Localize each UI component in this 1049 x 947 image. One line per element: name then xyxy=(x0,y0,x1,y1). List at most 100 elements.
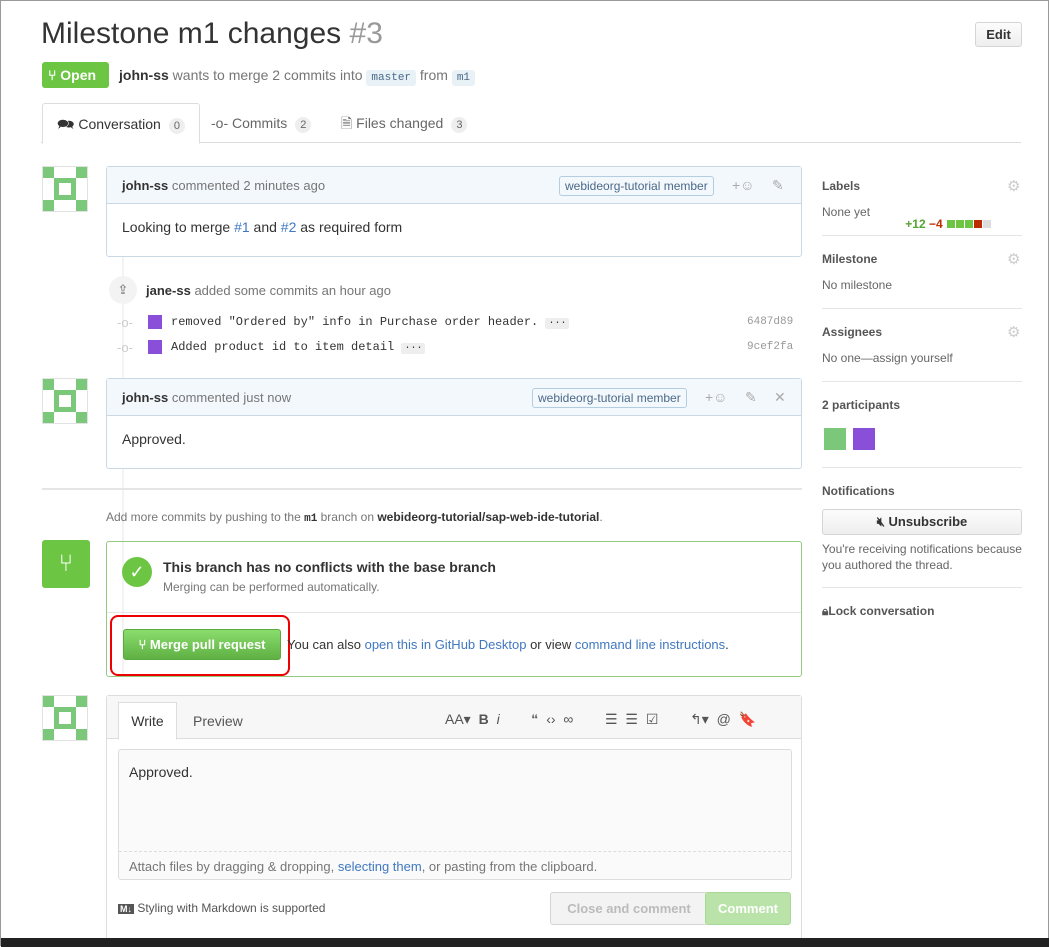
participant-avatar[interactable] xyxy=(824,428,846,450)
edit-pencil-icon[interactable]: ✎ xyxy=(772,167,784,204)
merge-status-subtitle: Merging can be performed automatically. xyxy=(163,580,380,594)
reply-icon[interactable]: ↰▾ xyxy=(690,711,709,727)
hint-text: . xyxy=(599,510,603,524)
milestone-heading[interactable]: Milestone xyxy=(822,252,877,266)
deletions: −4 xyxy=(928,217,943,231)
expand-ellipsis[interactable]: ··· xyxy=(545,318,570,329)
command-line-link[interactable]: command line instructions xyxy=(575,637,725,652)
body-text: as required form xyxy=(296,219,403,235)
bold-icon[interactable]: B xyxy=(479,711,489,727)
bullet-list-icon[interactable]: ☰ xyxy=(605,711,618,727)
body-text: Looking to merge xyxy=(122,219,235,235)
add-reaction-icon[interactable]: +☺ xyxy=(705,379,727,416)
hint-branch: m1 xyxy=(304,513,318,525)
pr-title: Milestone m1 changes xyxy=(41,17,342,50)
mention-icon[interactable]: @ xyxy=(717,711,731,727)
hint-text: Add more commits by pushing to the xyxy=(106,510,305,524)
tab-label: Conversation xyxy=(78,116,161,132)
check-icon: ✓ xyxy=(122,557,152,587)
comment-time[interactable]: commented 2 minutes ago xyxy=(172,178,325,193)
pr-number: #3 xyxy=(349,17,383,50)
commit-author-avatar[interactable] xyxy=(148,340,162,354)
body-text: and xyxy=(249,219,281,235)
file-diff-icon: 🗎 xyxy=(341,115,357,131)
commit-message[interactable]: Added product id to item detail xyxy=(171,340,394,354)
edit-pencil-icon[interactable]: ✎ xyxy=(745,379,757,416)
tab-label: Files changed xyxy=(356,115,444,131)
avatar[interactable] xyxy=(42,378,88,424)
tab-preview[interactable]: Preview xyxy=(193,713,243,729)
alt-text: . xyxy=(725,637,729,652)
member-badge: webideorg-tutorial member xyxy=(532,388,687,408)
commit-message[interactable]: removed "Ordered by" info in Purchase or… xyxy=(171,315,538,329)
comment-time[interactable]: commented just now xyxy=(172,390,291,405)
close-and-comment-button[interactable]: Close and comment xyxy=(550,892,708,925)
mute-icon: 🔇︎ xyxy=(876,514,889,529)
header-icon[interactable]: AA▾ xyxy=(445,711,471,727)
gear-icon[interactable]: ⚙ xyxy=(1007,323,1020,341)
edit-button[interactable]: Edit xyxy=(975,22,1022,47)
open-desktop-link[interactable]: open this in GitHub Desktop xyxy=(365,637,527,652)
issue-link[interactable]: #1 xyxy=(234,219,250,235)
assignees-value[interactable]: No one—assign yourself xyxy=(822,351,953,365)
comment-header: john-ss commented just now webideorg-tut… xyxy=(107,379,801,416)
issue-link[interactable]: #2 xyxy=(281,219,297,235)
tab-count: 2 xyxy=(295,117,312,133)
alt-text: or view xyxy=(526,637,575,652)
unsubscribe-button[interactable]: 🔇︎ Unsubscribe xyxy=(822,509,1022,535)
gear-icon[interactable]: ⚙ xyxy=(1007,250,1020,268)
numbered-list-icon[interactable]: ☰ xyxy=(625,711,638,727)
hint-repo[interactable]: webideorg-tutorial/sap-web-ide-tutorial xyxy=(377,510,599,524)
bookmark-icon[interactable]: 🔖 xyxy=(739,711,756,727)
code-icon[interactable]: ‹› xyxy=(546,711,555,727)
head-branch: m1 xyxy=(451,70,476,86)
commit-item: removed "Ordered by" info in Purchase or… xyxy=(171,315,570,329)
author-link[interactable]: john-ss xyxy=(119,67,169,83)
select-files-link[interactable]: selecting them xyxy=(338,859,422,874)
diffstat: +12 −4 xyxy=(905,217,991,231)
comment-body: Looking to merge #1 and #2 as required f… xyxy=(107,204,801,250)
participants-heading: 2 participants xyxy=(822,398,901,412)
lock-conversation[interactable]: 🔒︎Lock conversation xyxy=(822,604,934,619)
gear-icon[interactable]: ⚙ xyxy=(1007,177,1020,195)
labels-heading[interactable]: Labels xyxy=(822,179,860,193)
alt-text: You can also xyxy=(287,637,365,652)
delete-icon[interactable]: ✕ xyxy=(774,379,786,416)
tab-files-changed[interactable]: 🗎 Files changed 3 xyxy=(327,103,481,144)
comment-author[interactable]: john-ss xyxy=(122,390,168,405)
italic-icon[interactable]: i xyxy=(497,711,500,727)
commit-sha[interactable]: 9cef2fa xyxy=(747,341,793,353)
add-reaction-icon[interactable]: +☺ xyxy=(732,167,754,204)
member-badge: webideorg-tutorial member xyxy=(559,176,714,196)
milestone-value: No milestone xyxy=(822,278,893,292)
new-comment-form: Write Preview AA▾ B i “ ‹› ∞ ☰ ☰ ☑ ↰▾ @ … xyxy=(106,695,802,940)
markdown-toolbar: AA▾ B i “ ‹› ∞ ☰ ☰ ☑ ↰▾ @ 🔖 xyxy=(445,711,756,728)
tab-conversation[interactable]: 🗪 Conversation 0 xyxy=(42,103,200,144)
markdown-text: Styling with Markdown is supported xyxy=(137,901,326,915)
textarea-value: Approved. xyxy=(129,764,193,780)
pr-icon: ⑂ xyxy=(48,67,61,83)
participant-avatar[interactable] xyxy=(853,428,875,450)
avatar[interactable] xyxy=(42,166,88,212)
event-author[interactable]: jane-ss xyxy=(146,283,191,298)
markdown-icon: M↓ xyxy=(118,904,134,914)
additions: +12 xyxy=(905,217,926,231)
comment-textarea[interactable]: Approved. Attach files by dragging & dro… xyxy=(118,749,792,880)
comment-button[interactable]: Comment xyxy=(705,892,791,925)
quote-icon[interactable]: “ xyxy=(531,711,538,727)
merge-alternatives: You can also open this in GitHub Desktop… xyxy=(287,637,729,652)
tab-commits[interactable]: -o- Commits 2 xyxy=(197,103,325,144)
expand-ellipsis[interactable]: ··· xyxy=(401,343,426,354)
task-list-icon[interactable]: ☑ xyxy=(646,711,659,727)
commit-author-avatar[interactable] xyxy=(148,315,162,329)
commit-item: Added product id to item detail ··· xyxy=(171,340,426,354)
assignees-heading[interactable]: Assignees xyxy=(822,325,882,339)
link-icon[interactable]: ∞ xyxy=(563,711,573,727)
tab-write[interactable]: Write xyxy=(118,702,177,740)
commit-sha[interactable]: 6487d89 xyxy=(747,316,793,328)
markdown-hint[interactable]: M↓ Styling with Markdown is supported xyxy=(118,901,325,915)
hint-text: branch on xyxy=(317,510,378,524)
comment-author[interactable]: john-ss xyxy=(122,178,168,193)
from-text: from xyxy=(419,67,448,83)
notifications-heading: Notifications xyxy=(822,484,895,498)
